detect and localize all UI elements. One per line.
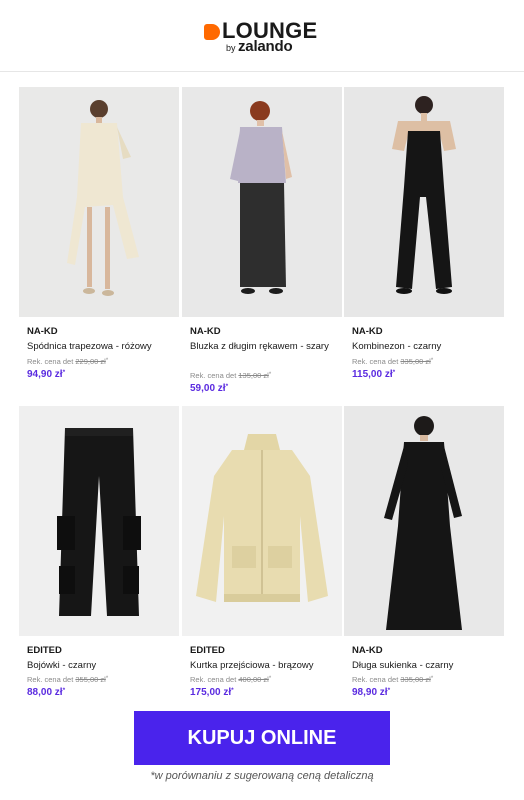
logo-brand-text: zalando <box>238 38 293 55</box>
reference-price-value: 229,00 zł <box>75 357 106 366</box>
product-name[interactable]: Spódnica trapezowa - różowy <box>27 340 177 354</box>
asterisk-marker: * <box>430 676 434 682</box>
product-image[interactable] <box>344 406 504 636</box>
model-cream-dress-image <box>19 87 179 317</box>
asterisk-marker: * <box>392 369 396 376</box>
product-brand: NA-KD <box>352 645 383 656</box>
product-card[interactable]: EDITED Bojówki - czarny Rek. cena det 35… <box>19 406 181 706</box>
price-comparison-footnote: *w porównaniu z sugerowaną ceną detalicz… <box>150 770 374 782</box>
model-black-dress-image <box>344 406 504 636</box>
product-price: 115,00 zł* <box>352 369 395 380</box>
reference-price: Rek. cena det 229,00 zł* <box>27 357 108 366</box>
product-name[interactable]: Bluzka z długim rękawem - szary <box>190 340 340 354</box>
reference-price: Rek. cena det 135,00 zł* <box>190 371 271 380</box>
product-image[interactable] <box>19 406 179 636</box>
asterisk-marker: * <box>225 383 229 390</box>
price-value: 59,00 zł <box>190 383 226 394</box>
model-black-jumpsuit-image <box>344 87 504 317</box>
product-card[interactable]: NA-KD Długa sukienka - czarny Rek. cena … <box>344 406 506 706</box>
email-header: LOUNGE by zalando <box>0 0 524 72</box>
reference-price-label: Rek. cena det <box>352 675 399 684</box>
product-image[interactable] <box>19 87 179 317</box>
zalando-flag-icon <box>204 24 220 40</box>
asterisk-marker: * <box>62 369 66 376</box>
price-value: 98,90 zł <box>352 687 388 698</box>
reference-price-value: 400,00 zł <box>238 675 269 684</box>
beige-jacket-image <box>182 406 342 636</box>
product-price: 59,00 zł* <box>190 383 228 394</box>
product-price: 175,00 zł* <box>190 687 234 698</box>
product-image[interactable] <box>344 87 504 317</box>
product-image[interactable] <box>182 87 342 317</box>
black-cargo-pants-image <box>19 406 179 636</box>
logo-by-text: by <box>226 43 236 53</box>
asterisk-marker: * <box>387 687 391 694</box>
product-card[interactable]: NA-KD Kombinezon - czarny Rek. cena det … <box>344 87 506 387</box>
asterisk-marker: * <box>105 676 109 682</box>
asterisk-marker: * <box>231 687 234 694</box>
product-brand: NA-KD <box>352 326 383 337</box>
product-image[interactable] <box>182 406 342 636</box>
product-card[interactable]: NA-KD Spódnica trapezowa - różowy Rek. c… <box>19 87 181 387</box>
reference-price-label: Rek. cena det <box>190 371 237 380</box>
reference-price-label: Rek. cena det <box>27 675 74 684</box>
asterisk-marker: * <box>62 687 66 694</box>
asterisk-marker: * <box>430 358 434 364</box>
reference-price-value: 335,00 zł <box>400 357 431 366</box>
reference-price-label: Rek. cena det <box>352 357 399 366</box>
lounge-by-zalando-logo[interactable]: LOUNGE by zalando <box>204 19 322 58</box>
product-price: 88,00 zł* <box>27 687 65 698</box>
price-value: 94,90 zł <box>27 369 63 380</box>
reference-price: Rek. cena det 355,00 zł* <box>27 675 108 684</box>
reference-price: Rek. cena det 335,00 zł* <box>352 357 433 366</box>
reference-price-label: Rek. cena det <box>190 675 237 684</box>
price-value: 88,00 zł <box>27 687 63 698</box>
shop-online-button[interactable]: KUPUJ ONLINE <box>134 711 390 765</box>
reference-price-label: Rek. cena det <box>27 357 74 366</box>
product-name[interactable]: Kurtka przejściowa - brązowy <box>190 659 340 673</box>
product-name[interactable]: Kombinezon - czarny <box>352 340 502 354</box>
reference-price-value: 335,00 zł <box>400 675 431 684</box>
product-name[interactable]: Bojówki - czarny <box>27 659 177 673</box>
reference-price: Rek. cena det 335,00 zł* <box>352 675 433 684</box>
asterisk-marker: * <box>268 676 272 682</box>
price-value: 115,00 zł <box>352 369 393 380</box>
product-card[interactable]: EDITED Kurtka przejściowa - brązowy Rek.… <box>182 406 344 706</box>
reference-price-value: 135,00 zł <box>238 371 269 380</box>
product-card[interactable]: NA-KD Bluzka z długim rękawem - szary Re… <box>182 87 344 394</box>
product-brand: NA-KD <box>190 326 221 337</box>
product-brand: NA-KD <box>27 326 58 337</box>
asterisk-marker: * <box>105 358 109 364</box>
product-price: 94,90 zł* <box>27 369 65 380</box>
product-price: 98,90 zł* <box>352 687 390 698</box>
product-brand: EDITED <box>27 645 62 656</box>
product-name[interactable]: Długa sukienka - czarny <box>352 659 502 673</box>
product-brand: EDITED <box>190 645 225 656</box>
reference-price: Rek. cena det 400,00 zł* <box>190 675 271 684</box>
price-value: 175,00 zł <box>190 687 232 698</box>
reference-price-value: 355,00 zł <box>75 675 106 684</box>
model-grey-blouse-image <box>182 87 342 317</box>
asterisk-marker: * <box>268 372 272 378</box>
